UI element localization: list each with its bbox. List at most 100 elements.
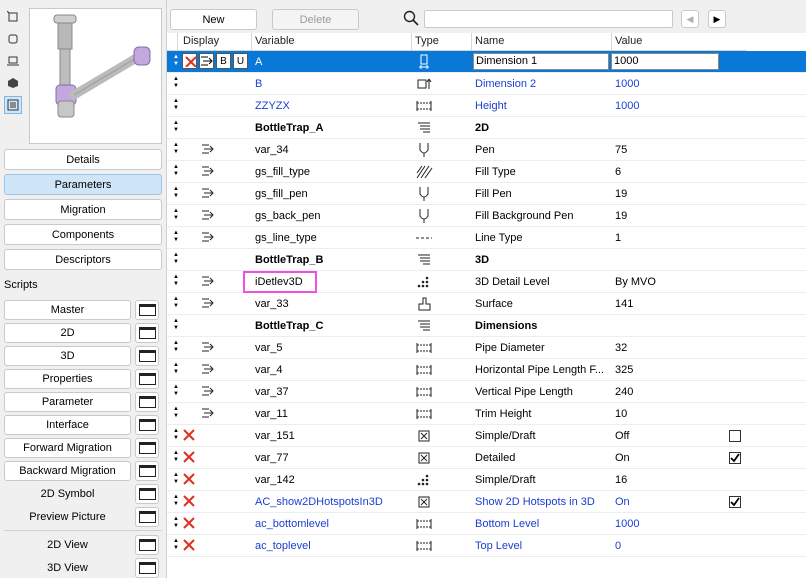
table-row[interactable]: ▲ ▼ gs_back_pen Fill Background Pen 19 bbox=[167, 205, 806, 227]
child-indent-icon[interactable] bbox=[201, 297, 215, 309]
drag-handle-icon[interactable]: ▲ ▼ bbox=[171, 494, 181, 508]
drag-handle-icon[interactable]: ▲ ▼ bbox=[171, 98, 181, 112]
drag-handle-icon[interactable]: ▲ ▼ bbox=[171, 516, 181, 530]
cube-3d-icon[interactable] bbox=[4, 74, 22, 92]
unique-toggle-icon[interactable]: U bbox=[233, 53, 248, 69]
value-cell[interactable]: Off bbox=[615, 430, 715, 442]
child-indent-icon[interactable] bbox=[201, 187, 215, 199]
parameters-button[interactable]: Parameters bbox=[4, 174, 162, 195]
child-indent-icon[interactable] bbox=[201, 385, 215, 397]
child-indent-icon[interactable] bbox=[201, 209, 215, 221]
drag-handle-icon[interactable]: ▲ ▼ bbox=[171, 230, 181, 244]
boolean-icon[interactable] bbox=[415, 428, 433, 444]
line-type-icon[interactable] bbox=[415, 230, 433, 246]
preview-picture-button[interactable]: Preview Picture bbox=[4, 507, 131, 527]
fill-icon[interactable] bbox=[415, 164, 433, 180]
table-row[interactable]: ▲ ▼ gs_fill_type Fill Type 6 bbox=[167, 161, 806, 183]
variable-cell[interactable]: var_34 bbox=[255, 144, 405, 156]
value-cell[interactable]: 75 bbox=[615, 144, 715, 156]
table-row[interactable]: ▲ ▼ AC_show2DHotspotsIn3D Show 2D Hotspots … bbox=[167, 491, 806, 513]
drag-handle-icon[interactable]: ▲ ▼ bbox=[171, 208, 181, 222]
variable-cell[interactable]: var_37 bbox=[255, 386, 405, 398]
window-icon[interactable] bbox=[135, 507, 159, 527]
previous-icon[interactable]: ◀ bbox=[681, 10, 699, 28]
2d-symbol-button[interactable]: 2D Symbol bbox=[4, 484, 131, 504]
script-properties-button[interactable]: Properties bbox=[4, 369, 131, 389]
title-icon[interactable] bbox=[415, 318, 433, 334]
drag-handle-icon[interactable]: ▲ ▼ bbox=[171, 340, 181, 354]
delete-button[interactable]: Delete bbox=[272, 9, 359, 30]
drag-handle-icon[interactable]: ▲ ▼ bbox=[171, 538, 181, 552]
2d-view-button[interactable]: 2D View bbox=[4, 535, 131, 555]
drag-handle-icon[interactable]: ▲ ▼ bbox=[171, 472, 181, 486]
length-icon[interactable] bbox=[415, 406, 433, 422]
variable-cell[interactable]: BottleTrap_B bbox=[255, 254, 405, 266]
table-row[interactable]: ▲ ▼ var_37 Vertical Pipe Length 240 bbox=[167, 381, 806, 403]
window-icon[interactable] bbox=[135, 300, 159, 320]
table-row[interactable]: ▲ ▼ var_142 Simple/Draft 16 bbox=[167, 469, 806, 491]
value-cell[interactable]: 16 bbox=[615, 474, 715, 486]
new-button[interactable]: New bbox=[170, 9, 257, 30]
length-icon[interactable] bbox=[415, 538, 433, 554]
column-value[interactable]: Value bbox=[615, 35, 642, 47]
integer-icon[interactable] bbox=[415, 274, 433, 290]
value-cell[interactable]: By MVO bbox=[615, 276, 715, 288]
name-cell[interactable]: Dimensions bbox=[475, 320, 611, 332]
value-cell[interactable]: 0 bbox=[615, 540, 715, 552]
variable-cell[interactable]: BottleTrap_A bbox=[255, 122, 405, 134]
variable-cell[interactable]: gs_line_type bbox=[255, 232, 405, 244]
variable-cell[interactable]: ac_toplevel bbox=[255, 540, 405, 552]
script-forward-migration-button[interactable]: Forward Migration bbox=[4, 438, 131, 458]
drag-handle-icon[interactable]: ▲ ▼ bbox=[171, 296, 181, 310]
name-cell[interactable]: Pipe Diameter bbox=[475, 342, 611, 354]
drag-handle-icon[interactable]: ▲ ▼ bbox=[171, 120, 181, 134]
components-button[interactable]: Components bbox=[4, 224, 162, 245]
table-row[interactable]: ▲ ▼ BottleTrap_C Dimensions bbox=[167, 315, 806, 337]
table-row[interactable]: ▲ ▼ ac_toplevel Top Level 0 bbox=[167, 535, 806, 557]
table-row[interactable]: ▲ ▼ BottleTrap_B 3D bbox=[167, 249, 806, 271]
pen-icon[interactable] bbox=[415, 142, 433, 158]
variable-cell[interactable]: B bbox=[255, 78, 405, 90]
name-cell[interactable]: Show 2D Hotspots in 3D bbox=[475, 496, 611, 508]
floorplan-icon[interactable] bbox=[4, 52, 22, 70]
table-row[interactable]: ▲ ▼ var_151 Simple/Draft Off bbox=[167, 425, 806, 447]
variable-cell[interactable]: var_142 bbox=[255, 474, 405, 486]
table-row[interactable]: ▲ ▼ var_77 Detailed On bbox=[167, 447, 806, 469]
pen-icon[interactable] bbox=[415, 186, 433, 202]
script-parameter-button[interactable]: Parameter bbox=[4, 392, 131, 412]
value-cell[interactable]: 1 bbox=[615, 232, 715, 244]
drag-handle-icon[interactable]: ▲ ▼ bbox=[171, 318, 181, 332]
table-row[interactable]: ▲ ▼ var_33 Surface 141 bbox=[167, 293, 806, 315]
cube-outline-icon[interactable] bbox=[4, 8, 22, 26]
table-row[interactable]: ▲ ▼ var_34 Pen 75 bbox=[167, 139, 806, 161]
details-button[interactable]: Details bbox=[4, 149, 162, 170]
checkbox-unchecked[interactable] bbox=[729, 430, 741, 442]
variable-cell[interactable]: var_33 bbox=[255, 298, 405, 310]
name-cell[interactable]: Simple/Draft bbox=[475, 474, 611, 486]
column-variable[interactable]: Variable bbox=[255, 35, 295, 47]
value-cell[interactable]: 19 bbox=[615, 210, 715, 222]
material-icon[interactable] bbox=[415, 296, 433, 312]
list-view-icon[interactable] bbox=[4, 96, 22, 114]
name-cell[interactable]: Dimension 2 bbox=[475, 78, 611, 90]
table-row[interactable]: ▲ ▼ iDetlev3D 3D Detail Level By MVO bbox=[167, 271, 806, 293]
value-edit-field[interactable]: 1000 bbox=[611, 53, 719, 70]
length-icon[interactable] bbox=[415, 362, 433, 378]
title-icon[interactable] bbox=[415, 252, 433, 268]
variable-cell[interactable]: var_151 bbox=[255, 430, 405, 442]
hidden-flag-icon[interactable] bbox=[182, 494, 196, 508]
checkbox-checked[interactable] bbox=[729, 452, 741, 464]
variable-cell[interactable]: gs_fill_pen bbox=[255, 188, 405, 200]
hidden-flag-icon[interactable] bbox=[182, 538, 196, 552]
column-type[interactable]: Type bbox=[415, 35, 439, 47]
name-cell[interactable]: Fill Pen bbox=[475, 188, 611, 200]
value-cell[interactable]: 1000 bbox=[615, 518, 715, 530]
next-icon[interactable]: ▶ bbox=[708, 10, 726, 28]
table-row[interactable]: ▲ ▼ gs_line_type Line Type 1 bbox=[167, 227, 806, 249]
value-cell[interactable]: 19 bbox=[615, 188, 715, 200]
name-cell[interactable]: 3D Detail Level bbox=[475, 276, 611, 288]
name-cell[interactable]: Vertical Pipe Length bbox=[475, 386, 611, 398]
3d-view-button[interactable]: 3D View bbox=[4, 558, 131, 578]
hidden-flag-icon[interactable] bbox=[182, 516, 196, 530]
script-3d-button[interactable]: 3D bbox=[4, 346, 131, 366]
